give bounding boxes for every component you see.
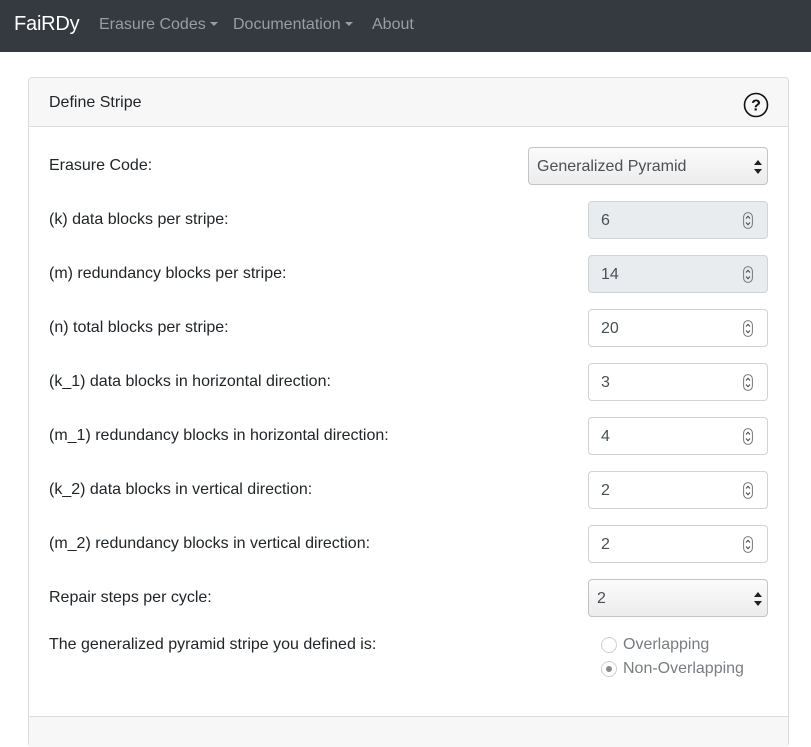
k-input[interactable]: 6 [588, 201, 768, 239]
k-value: 6 [601, 212, 610, 229]
m1-input[interactable]: 4 [588, 417, 768, 455]
m2-value: 2 [601, 536, 610, 553]
card-header: Define Stripe ? [29, 78, 788, 127]
m1-label: (m_1) redundancy blocks in horizontal di… [49, 427, 389, 444]
card-footer [29, 717, 788, 747]
k-label: (k) data blocks per stripe: [49, 211, 229, 228]
m-label: (m) redundancy blocks per stripe: [49, 265, 287, 282]
spinner-icon[interactable] [743, 536, 753, 553]
radio-non-overlapping-label: Non-Overlapping [623, 660, 744, 677]
erasure-code-value: Generalized Pyramid [537, 158, 687, 175]
radio-overlapping-label: Overlapping [623, 636, 710, 653]
k1-label: (k_1) data blocks in horizontal directio… [49, 373, 331, 390]
n-label: (n) total blocks per stripe: [49, 319, 229, 336]
stripe-type-label: The generalized pyramid stripe you defin… [49, 636, 377, 653]
spinner-icon[interactable] [743, 212, 753, 229]
nav-about[interactable]: About [372, 16, 414, 34]
caret-down-icon [344, 22, 353, 26]
spinner-icon[interactable] [743, 320, 753, 337]
n-value: 20 [601, 320, 619, 337]
nav-erasure-codes-label: Erasure Codes [99, 16, 206, 33]
m2-label: (m_2) redundancy blocks in vertical dire… [49, 535, 371, 552]
spinner-icon[interactable] [743, 374, 753, 391]
card-title: Define Stripe [49, 94, 142, 111]
erasure-code-label: Erasure Code: [49, 157, 153, 174]
spinner-icon[interactable] [743, 266, 753, 283]
k1-input[interactable]: 3 [588, 363, 768, 401]
repair-steps-select[interactable]: 2 [588, 579, 768, 617]
nav-erasure-codes[interactable]: Erasure Codes [99, 16, 218, 34]
m-value: 14 [601, 266, 619, 283]
n-input[interactable]: 20 [588, 309, 768, 347]
svg-text:?: ? [751, 98, 761, 115]
k2-label: (k_2) data blocks in vertical direction: [49, 481, 313, 498]
radio-overlapping-circle[interactable] [601, 637, 617, 653]
radio-non-overlapping-circle[interactable] [601, 661, 617, 677]
repair-steps-label: Repair steps per cycle: [49, 589, 212, 606]
navbar: FaiRDy Erasure Codes Documentation About [0, 0, 811, 52]
k1-value: 3 [601, 374, 610, 391]
nav-documentation-label: Documentation [233, 16, 341, 33]
m2-input[interactable]: 2 [588, 525, 768, 563]
question-circle-icon[interactable]: ? [743, 92, 769, 118]
select-arrows-icon [754, 160, 762, 174]
m-input[interactable]: 14 [588, 255, 768, 293]
caret-down-icon [209, 22, 218, 26]
m1-value: 4 [601, 428, 610, 445]
k2-value: 2 [601, 482, 610, 499]
spinner-icon[interactable] [743, 482, 753, 499]
spinner-icon[interactable] [743, 428, 753, 445]
brand-logo[interactable]: FaiRDy [14, 13, 80, 36]
nav-documentation[interactable]: Documentation [233, 16, 353, 34]
select-arrows-icon [754, 592, 762, 606]
k2-input[interactable]: 2 [588, 471, 768, 509]
repair-steps-value: 2 [597, 590, 606, 607]
erasure-code-select[interactable]: Generalized Pyramid [528, 147, 768, 185]
